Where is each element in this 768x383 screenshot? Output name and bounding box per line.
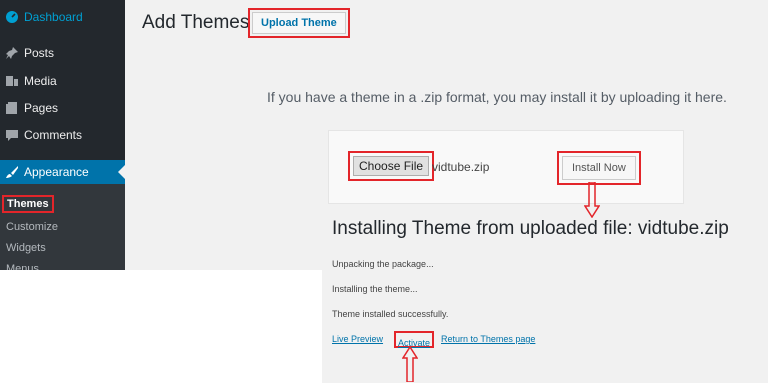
- sidebar-item-comments[interactable]: Comments: [0, 124, 125, 146]
- log-line: Theme installed successfully.: [332, 309, 449, 319]
- sidebar-item-dashboard[interactable]: Dashboard: [0, 6, 125, 28]
- sidebar-item-label: Posts: [24, 46, 55, 60]
- live-preview-link[interactable]: Live Preview: [332, 334, 383, 344]
- pages-icon: [6, 102, 17, 114]
- sidebar-item-label: Pages: [24, 101, 59, 115]
- pushpin-icon: [6, 47, 18, 59]
- log-line: Installing the theme...: [332, 284, 418, 294]
- sidebar-item-label: Dashboard: [24, 10, 83, 24]
- upload-instructions: If you have a theme in a .zip format, yo…: [267, 89, 727, 105]
- selected-file-name: vidtube.zip: [432, 160, 490, 174]
- choose-file-highlight: Choose File: [348, 151, 435, 181]
- sidebar-item-pages[interactable]: Pages: [0, 97, 125, 119]
- down-arrow-icon: [584, 182, 600, 218]
- appearance-submenu: Themes Customize Widgets Menus: [0, 184, 125, 270]
- up-arrow-icon: [402, 346, 418, 382]
- installing-title: Installing Theme from uploaded file: vid…: [332, 218, 729, 239]
- sidebar-item-media[interactable]: Media: [0, 70, 125, 92]
- active-menu-pointer: [118, 164, 126, 180]
- dashboard-icon: [6, 11, 18, 23]
- install-now-button[interactable]: Install Now: [562, 156, 636, 180]
- sidebar-item-label: Comments: [24, 128, 83, 142]
- log-line: Unpacking the package...: [332, 259, 434, 269]
- return-to-themes-link[interactable]: Return to Themes page: [441, 334, 535, 344]
- sidebar-item-label: Media: [24, 74, 57, 88]
- submenu-item-themes[interactable]: Themes: [2, 195, 54, 213]
- sidebar-item-appearance[interactable]: Appearance: [0, 160, 125, 184]
- page-title: Add Themes: [142, 12, 250, 33]
- admin-sidebar: Dashboard Posts Media Pages Comments App…: [0, 0, 126, 270]
- submenu-item-customize[interactable]: Customize: [6, 221, 58, 233]
- upload-theme-button[interactable]: Upload Theme: [252, 12, 346, 34]
- submenu-item-widgets[interactable]: Widgets: [6, 242, 46, 254]
- upload-theme-highlight: Upload Theme: [248, 8, 350, 38]
- white-overlay-panel: [0, 270, 322, 383]
- choose-file-button[interactable]: Choose File: [353, 156, 430, 176]
- submenu-item-menus[interactable]: Menus: [6, 263, 39, 270]
- sidebar-item-posts[interactable]: Posts: [0, 42, 125, 64]
- comment-icon: [6, 130, 18, 141]
- install-now-highlight: Install Now: [557, 151, 641, 185]
- paintbrush-icon: [6, 166, 18, 178]
- sidebar-item-label: Appearance: [24, 165, 89, 179]
- media-icon: [6, 76, 18, 86]
